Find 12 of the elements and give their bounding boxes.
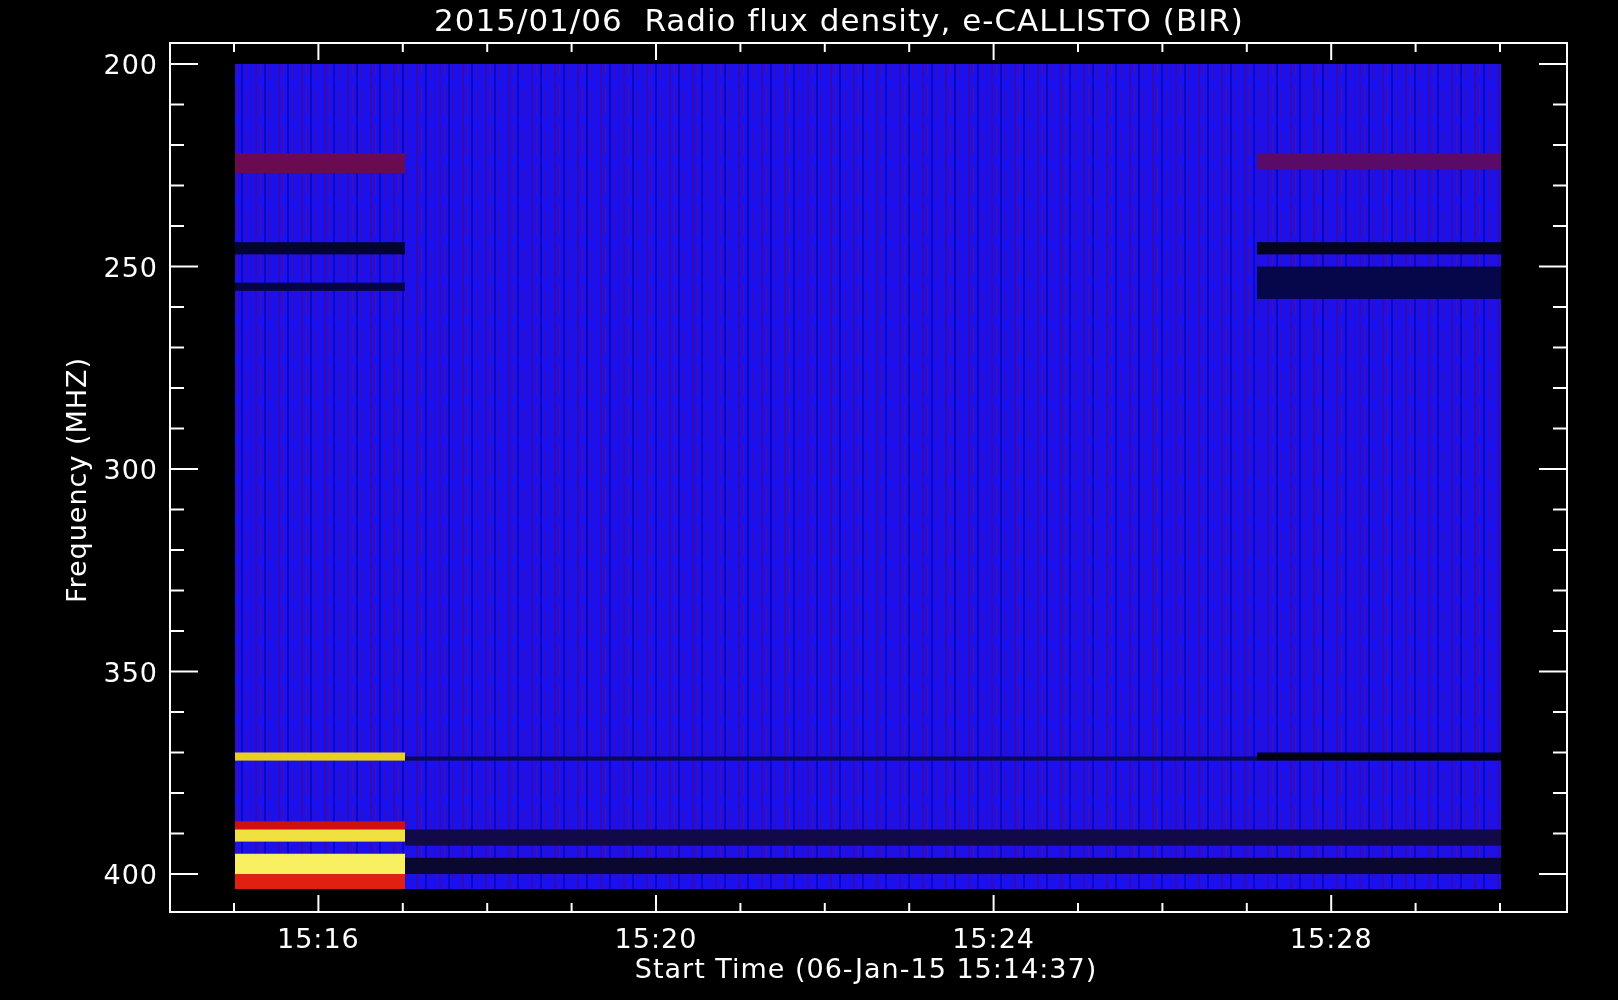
x-tick-label: 15:28 xyxy=(1289,923,1373,954)
y-tick-label: 350 xyxy=(103,656,158,688)
chart-title: 2015/01/06 Radio flux density, e-CALLISTO (BIR) xyxy=(434,2,1244,38)
x-tick-label: 15:16 xyxy=(277,923,360,954)
y-tick-label: 400 xyxy=(103,859,158,890)
x-axis-title: Start Time (06-Jan-15 15:14:37) xyxy=(634,953,1098,984)
y-axis-title: Frequency (MHZ) xyxy=(61,356,92,604)
y-tick-label: 200 xyxy=(103,49,158,80)
x-tick-label: 15:20 xyxy=(614,923,698,954)
x-tick-label: 15:24 xyxy=(952,923,1035,954)
y-tick-label: 250 xyxy=(103,251,158,283)
y-tick-label: 300 xyxy=(103,454,158,485)
